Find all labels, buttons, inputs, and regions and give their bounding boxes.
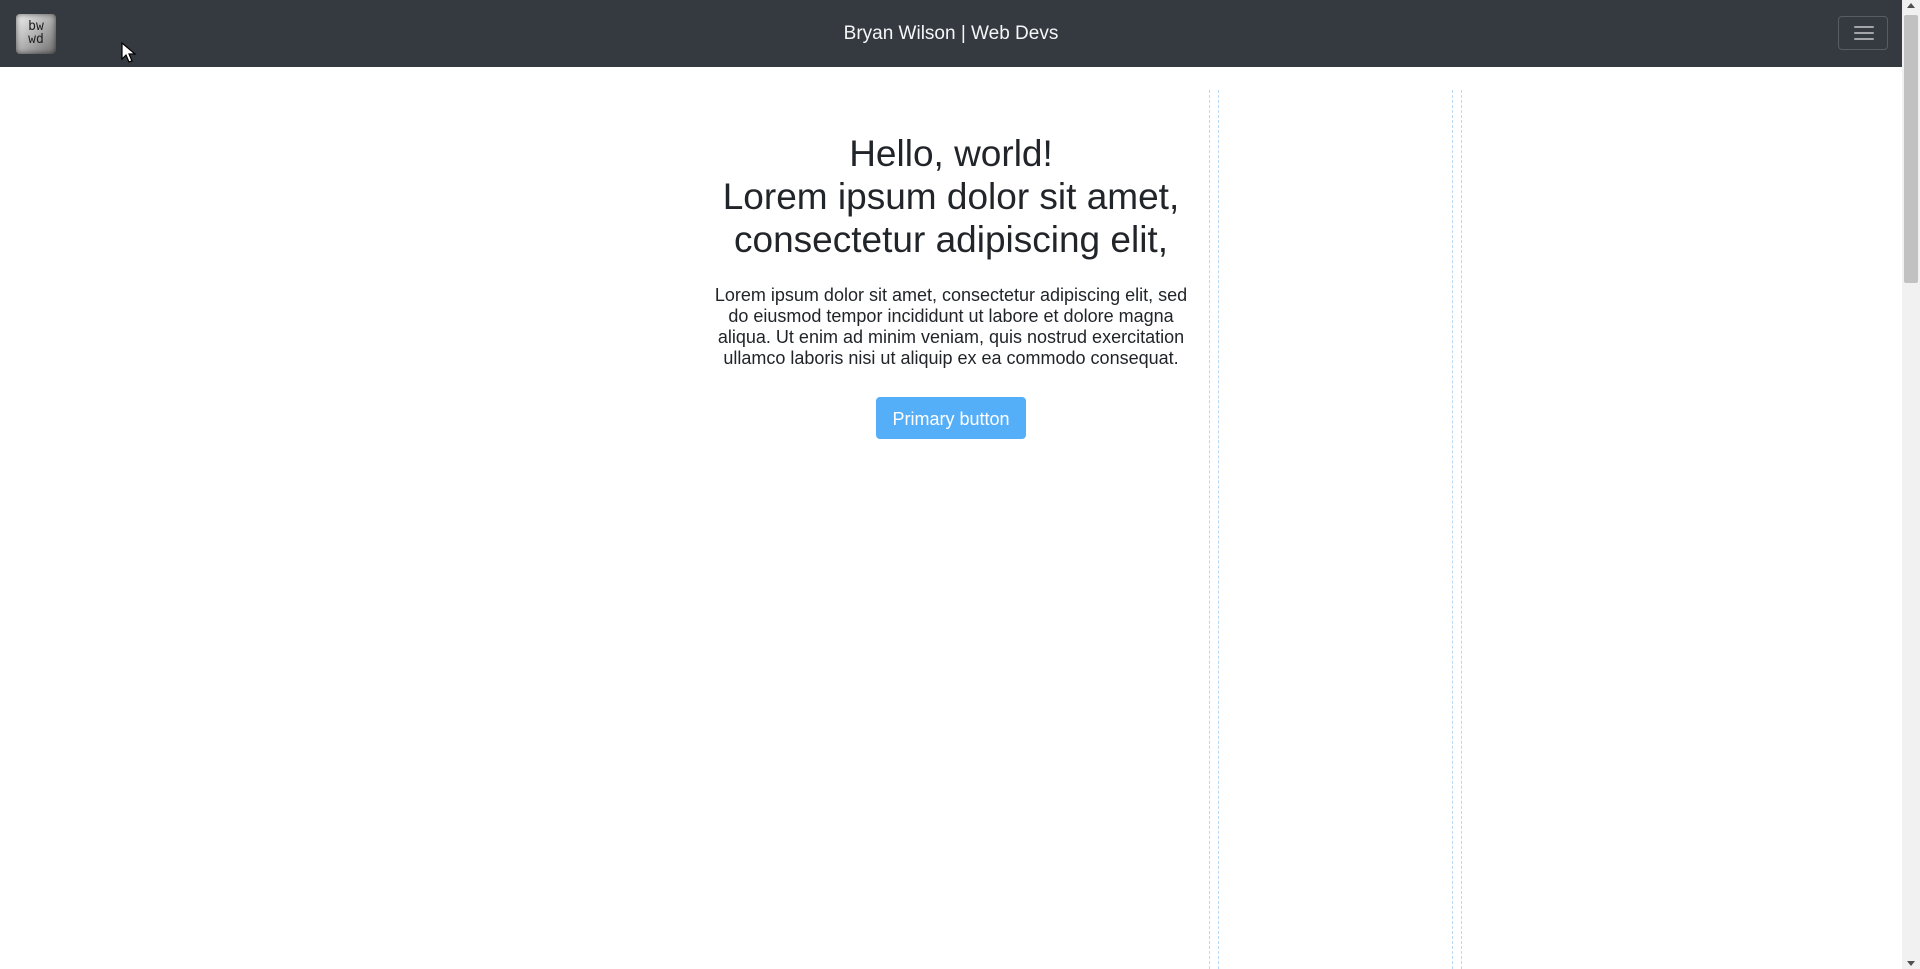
site-title: Bryan Wilson | Web Devs xyxy=(843,23,1059,44)
vertical-scrollbar[interactable] xyxy=(1902,0,1920,969)
scrollbar-thumb[interactable] xyxy=(1904,15,1918,283)
hero-heading-line: consectetur adipiscing elit, xyxy=(734,219,1168,260)
scroll-up-arrow-icon[interactable] xyxy=(1907,3,1915,8)
hamburger-menu-icon xyxy=(1854,38,1874,40)
hero-heading-line: Hello, world! xyxy=(849,133,1053,174)
mouse-pointer-shape xyxy=(121,42,137,63)
menu-toggle-button[interactable] xyxy=(1838,16,1888,50)
dashed-guide-line xyxy=(1209,90,1219,969)
primary-button[interactable]: Primary button xyxy=(876,397,1026,439)
hero-heading: Hello, world! Lorem ipsum dolor sit amet… xyxy=(706,132,1196,261)
hamburger-menu-icon xyxy=(1854,32,1874,34)
hero-description: Lorem ipsum dolor sit amet, consectetur … xyxy=(714,285,1188,368)
hero-section: Hello, world! Lorem ipsum dolor sit amet… xyxy=(706,132,1196,439)
dashed-guide-line xyxy=(1452,90,1462,969)
hero-heading-line: Lorem ipsum dolor sit amet, xyxy=(722,176,1180,217)
top-navbar: bw wd Bryan Wilson | Web Devs xyxy=(0,0,1902,67)
hamburger-menu-icon xyxy=(1854,26,1874,28)
page: bw wd Bryan Wilson | Web Devs Hello, wor… xyxy=(0,0,1920,969)
mouse-pointer-icon xyxy=(121,42,137,63)
scroll-down-arrow-icon[interactable] xyxy=(1907,961,1915,966)
